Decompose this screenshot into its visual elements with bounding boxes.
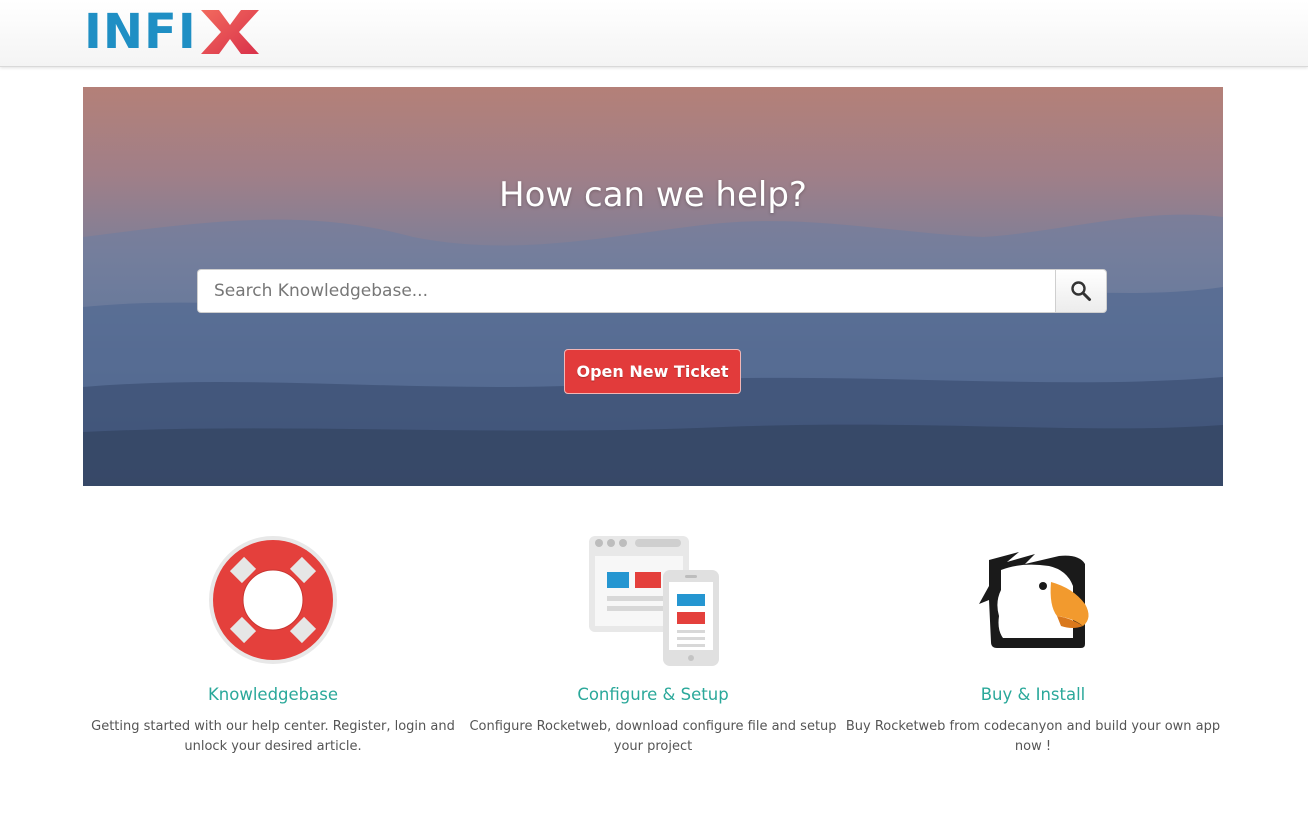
lifebuoy-icon — [209, 536, 337, 664]
hero-title: How can we help? — [499, 175, 807, 215]
infix-logo[interactable]: INFI — [84, 7, 261, 57]
devices-icon — [589, 536, 719, 666]
feature-description: Buy Rocketweb from codecanyon and build … — [845, 719, 1221, 754]
feature-description: Configure Rocketweb, download configure … — [469, 719, 837, 754]
feature-title[interactable]: Buy & Install — [843, 685, 1223, 704]
feature-title[interactable]: Knowledgebase — [83, 685, 463, 704]
search-icon — [1071, 281, 1092, 301]
feature-title[interactable]: Configure & Setup — [463, 685, 843, 704]
eagle-icon — [979, 552, 1089, 648]
feature-description: Getting started with our help center. Re… — [91, 719, 455, 754]
open-new-ticket-button[interactable]: Open New Ticket — [564, 349, 741, 394]
search-button[interactable] — [1055, 269, 1107, 313]
top-navbar: INFI — [0, 0, 1308, 67]
hero-banner: How can we help? Open New Ticket — [83, 87, 1223, 486]
features-section: Knowledgebase Getting started with our h… — [83, 530, 1223, 770]
logo-wordmark: INFI — [84, 4, 197, 60]
search-bar — [197, 269, 1107, 313]
logo-x-mark — [200, 10, 259, 54]
search-input[interactable] — [197, 269, 1056, 313]
